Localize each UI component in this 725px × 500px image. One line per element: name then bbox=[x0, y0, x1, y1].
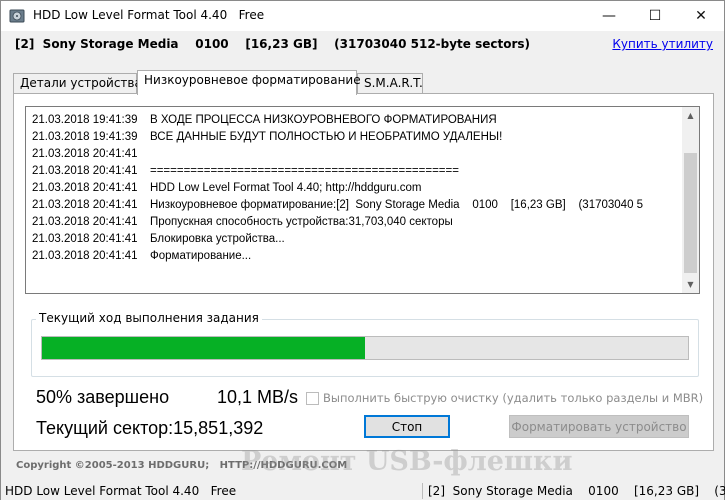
scroll-thumb[interactable] bbox=[684, 153, 697, 273]
quick-wipe-option[interactable]: Выполнить быструю очистку (удалить тольк… bbox=[306, 391, 703, 405]
tab-smart[interactable]: S.M.A.R.T. bbox=[357, 73, 423, 94]
status-app-name: HDD Low Level Format Tool 4.40 Free bbox=[5, 484, 237, 498]
log-line: 21.03.2018 20:41:41 =====================… bbox=[32, 163, 682, 180]
watermark: Ремонт USB-флешки bbox=[241, 446, 573, 477]
log-message: HDD Low Level Format Tool 4.40; http://h… bbox=[150, 182, 422, 194]
progress-fill bbox=[42, 337, 365, 359]
format-device-button[interactable]: Форматировать устройство bbox=[509, 415, 689, 438]
current-sector: Текущий сектор:15,851,392 bbox=[36, 418, 264, 438]
close-icon[interactable]: ✕ bbox=[678, 1, 724, 31]
log-lines: 21.03.2018 19:41:39 В ХОДЕ ПРОЦЕССА НИЗКО… bbox=[32, 112, 682, 265]
hdd-app-icon bbox=[9, 8, 25, 24]
device-info: [2] Sony Storage Media 0100 [16,23 GB] (… bbox=[15, 37, 531, 51]
log-message: Блокировка устройства... bbox=[150, 233, 285, 245]
log-line: 21.03.2018 19:41:39 ВСЕ ДАННЫЕ БУДУТ ПОЛН… bbox=[32, 129, 682, 146]
quick-wipe-checkbox[interactable] bbox=[306, 391, 319, 405]
scroll-up-icon[interactable]: ▲ bbox=[682, 107, 699, 124]
log-message: Форматирование... bbox=[150, 250, 252, 262]
progress-group: Текущий ход выполнения задания bbox=[31, 311, 699, 377]
log-line: 21.03.2018 20:41:41 Форматирование... bbox=[32, 248, 682, 265]
progress-bar bbox=[41, 336, 689, 360]
log-timestamp: 21.03.2018 20:41:41 bbox=[32, 165, 138, 177]
log-scrollbar[interactable]: ▲ ▼ bbox=[682, 107, 699, 293]
low-level-format-panel: 21.03.2018 19:41:39 В ХОДЕ ПРОЦЕССА НИЗКО… bbox=[13, 93, 714, 451]
log-line: 21.03.2018 20:41:41 Пропускная способност… bbox=[32, 214, 682, 231]
buy-utility-link[interactable]: Купить утилиту bbox=[612, 37, 713, 51]
quick-wipe-label: Выполнить быструю очистку (удалить тольк… bbox=[323, 391, 704, 405]
log-message: ========================================… bbox=[150, 165, 459, 177]
log-line: 21.03.2018 20:41:41 bbox=[32, 146, 682, 163]
app-window: HDD Low Level Format Tool 4.40 Free — ☐ … bbox=[0, 0, 725, 500]
log-timestamp: 21.03.2018 20:41:41 bbox=[32, 199, 138, 211]
log-message: В ХОДЕ ПРОЦЕССА НИЗКОУРОВНЕВОГО ФОРМАТИР… bbox=[150, 114, 497, 126]
maximize-icon[interactable]: ☐ bbox=[632, 1, 678, 31]
log-line: 21.03.2018 20:41:41 Низкоуровневое формат… bbox=[32, 197, 682, 214]
status-bar: HDD Low Level Format Tool 4.40 Free [2] … bbox=[1, 481, 725, 500]
tab-low-level-format[interactable]: Низкоуровневое форматирование bbox=[137, 70, 361, 95]
status-device: [2] Sony Storage Media 0100 [16,23 GB] (… bbox=[428, 484, 725, 498]
minimize-icon[interactable]: — bbox=[586, 1, 632, 31]
log-line: 21.03.2018 20:41:41 Блокировка устройства… bbox=[32, 231, 682, 248]
log-message: Пропускная способность устройства:31,703… bbox=[150, 216, 453, 228]
progress-group-title: Текущий ход выполнения задания bbox=[36, 311, 262, 325]
log-timestamp: 21.03.2018 20:41:41 bbox=[32, 182, 138, 194]
stop-button[interactable]: Стоп bbox=[364, 415, 450, 438]
status-divider bbox=[422, 483, 423, 499]
tab-device-details[interactable]: Детали устройства bbox=[13, 73, 142, 94]
log-message: Низкоуровневое форматирование:[2] Sony S… bbox=[150, 199, 644, 211]
window-title: HDD Low Level Format Tool 4.40 Free bbox=[33, 8, 265, 22]
log-line: 21.03.2018 20:41:41 HDD Low Level Format … bbox=[32, 180, 682, 197]
log-message: ВСЕ ДАННЫЕ БУДУТ ПОЛНОСТЬЮ И НЕОБРАТИМО … bbox=[150, 131, 503, 143]
log-timestamp: 21.03.2018 20:41:41 bbox=[32, 233, 138, 245]
log-timestamp: 21.03.2018 19:41:39 bbox=[32, 131, 138, 143]
log-timestamp: 21.03.2018 20:41:41 bbox=[32, 250, 138, 262]
log-timestamp: 21.03.2018 20:41:41 bbox=[32, 216, 138, 228]
log-timestamp: 21.03.2018 20:41:41 bbox=[32, 148, 138, 160]
log-box[interactable]: 21.03.2018 19:41:39 В ХОДЕ ПРОЦЕССА НИЗКО… bbox=[25, 106, 700, 294]
transfer-speed: 10,1 MB/s bbox=[217, 387, 299, 407]
scroll-down-icon[interactable]: ▼ bbox=[682, 276, 699, 293]
percent-complete: 50% завершено bbox=[36, 387, 170, 407]
log-timestamp: 21.03.2018 19:41:39 bbox=[32, 114, 138, 126]
title-bar[interactable]: HDD Low Level Format Tool 4.40 Free — ☐ … bbox=[1, 1, 724, 31]
log-line: 21.03.2018 19:41:39 В ХОДЕ ПРОЦЕССА НИЗКО… bbox=[32, 112, 682, 129]
